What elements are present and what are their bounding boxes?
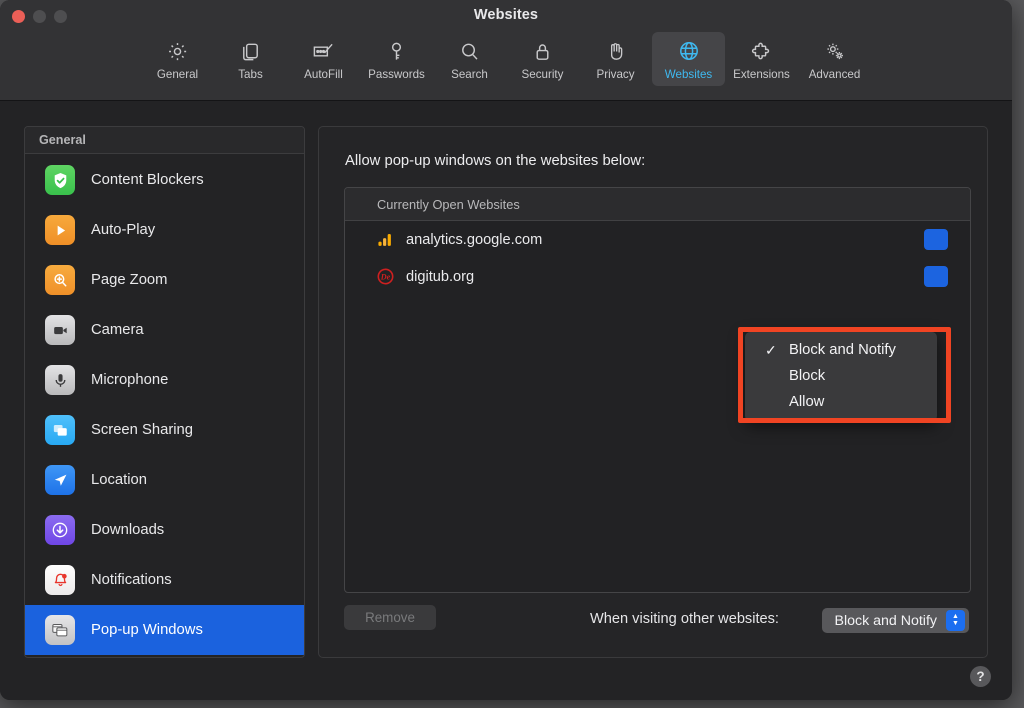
preferences-body: General Content Blockers Auto-Play Page … (0, 101, 1012, 700)
tab-autofill[interactable]: AutoFill (287, 32, 360, 86)
sidebar-item-pop-up-windows[interactable]: Pop-up Windows (25, 605, 304, 655)
tab-label: Passwords (368, 68, 425, 81)
sidebar-item-label: Pop-up Windows (91, 622, 203, 638)
titlebar: Websites General Tabs AutoFill Passwords… (0, 0, 1012, 101)
camera-icon (45, 315, 75, 345)
tab-websites[interactable]: Websites (652, 32, 725, 86)
menu-item-label: Allow (789, 394, 825, 410)
sidebar-item-microphone[interactable]: Microphone (25, 355, 304, 405)
menu-item-label: Block and Notify (789, 342, 896, 358)
microphone-icon (45, 365, 75, 395)
tab-general[interactable]: General (141, 32, 214, 86)
svg-text:De: De (380, 273, 391, 282)
magnifier-icon (458, 38, 481, 64)
sidebar-item-camera[interactable]: Camera (25, 305, 304, 355)
other-websites-label: When visiting other websites: (590, 611, 779, 627)
table-row[interactable]: De digitub.org (345, 258, 970, 295)
autofill-icon (311, 38, 336, 64)
tab-label: Tabs (238, 68, 263, 81)
listbox-section-header: Currently Open Websites (345, 188, 970, 221)
sidebar-item-content-blockers[interactable]: Content Blockers (25, 155, 304, 205)
tab-label: AutoFill (304, 68, 343, 81)
tab-passwords[interactable]: Passwords (360, 32, 433, 86)
puzzle-icon (750, 38, 773, 64)
chevron-updown-icon: ▲ ▼ (946, 610, 965, 631)
gears-icon (823, 38, 847, 64)
tab-label: Extensions (733, 68, 790, 81)
popup-permission-button[interactable] (924, 266, 948, 287)
tab-security[interactable]: Security (506, 32, 579, 86)
popup-permission-button[interactable] (924, 229, 948, 250)
menu-item-allow[interactable]: Allow (745, 389, 937, 415)
zoom-in-icon (45, 265, 75, 295)
sidebar-item-label: Location (91, 472, 147, 488)
sidebar-list: Content Blockers Auto-Play Page Zoom Cam… (25, 154, 304, 655)
sidebar-item-label: Auto-Play (91, 222, 156, 238)
select-value: Block and Notify (834, 612, 937, 629)
preferences-window: Websites General Tabs AutoFill Passwords… (0, 0, 1012, 700)
download-icon (45, 515, 75, 545)
tab-label: Privacy (596, 68, 635, 81)
sidebar-item-page-zoom[interactable]: Page Zoom (25, 255, 304, 305)
globe-icon (677, 38, 701, 64)
bell-icon (45, 565, 75, 595)
sidebar-item-label: Page Zoom (91, 272, 168, 288)
menu-item-label: Block (789, 368, 826, 384)
tab-label: Search (451, 68, 488, 81)
remove-button[interactable]: Remove (344, 605, 436, 630)
sidebar-item-label: Notifications (91, 572, 172, 588)
tab-label: Advanced (808, 68, 861, 81)
site-name: analytics.google.com (406, 231, 543, 248)
tab-label: Security (521, 68, 564, 81)
tab-advanced[interactable]: Advanced (798, 32, 871, 86)
checkmark-icon: ✓ (765, 341, 777, 358)
sidebar-item-screen-sharing[interactable]: Screen Sharing (25, 405, 304, 455)
shield-check-icon (45, 165, 75, 195)
tab-label: General (156, 68, 199, 81)
help-button[interactable]: ? (970, 666, 991, 687)
tab-tabs[interactable]: Tabs (214, 32, 287, 86)
tab-privacy[interactable]: Privacy (579, 32, 652, 86)
lock-icon (531, 38, 554, 64)
screen-share-icon (45, 415, 75, 445)
location-icon (45, 465, 75, 495)
table-row[interactable]: analytics.google.com (345, 221, 970, 258)
menu-item-block[interactable]: Block (745, 363, 937, 389)
websites-sidebar: General Content Blockers Auto-Play Page … (24, 126, 305, 658)
digitub-favicon: De (377, 268, 394, 285)
popup-window-icon (45, 615, 75, 645)
tab-extensions[interactable]: Extensions (725, 32, 798, 86)
sidebar-item-location[interactable]: Location (25, 455, 304, 505)
gear-icon (166, 38, 189, 64)
play-icon (45, 215, 75, 245)
popup-permission-menu[interactable]: ✓ Block and Notify Block Allow (745, 332, 937, 421)
sidebar-item-downloads[interactable]: Downloads (25, 505, 304, 555)
preferences-toolbar: General Tabs AutoFill Passwords Search S… (0, 32, 1012, 86)
sidebar-item-auto-play[interactable]: Auto-Play (25, 205, 304, 255)
key-icon (385, 38, 408, 64)
sidebar-section-header: General (25, 127, 304, 154)
hand-icon (604, 38, 627, 64)
sidebar-item-label: Screen Sharing (91, 422, 193, 438)
tab-label: Websites (664, 68, 713, 81)
sidebar-item-label: Microphone (91, 372, 169, 388)
tabs-icon (239, 38, 262, 64)
tab-search[interactable]: Search (433, 32, 506, 86)
google-analytics-favicon (377, 231, 394, 248)
sidebar-item-notifications[interactable]: Notifications (25, 555, 304, 605)
sidebar-item-label: Camera (91, 322, 144, 338)
sidebar-item-label: Downloads (91, 522, 165, 538)
site-name: digitub.org (406, 268, 475, 285)
window-title: Websites (473, 7, 539, 23)
pane-title: Allow pop-up windows on the websites bel… (345, 153, 646, 169)
sidebar-item-label: Content Blockers (91, 172, 204, 188)
other-websites-select[interactable]: Block and Notify ▲ ▼ (822, 608, 969, 633)
menu-item-block-and-notify[interactable]: ✓ Block and Notify (745, 337, 937, 363)
